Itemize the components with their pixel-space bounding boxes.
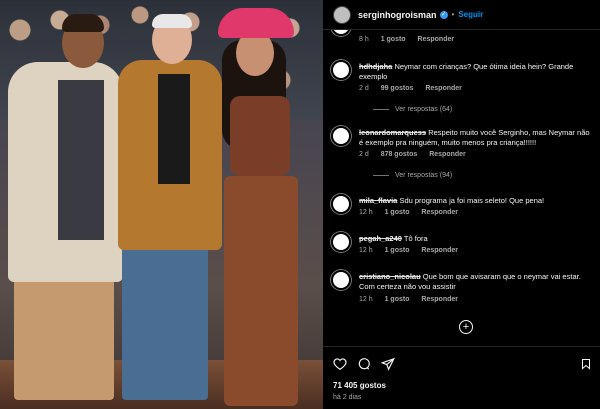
share-icon[interactable] bbox=[381, 357, 395, 371]
post-actions: 71 405 gostos há 2 dias bbox=[323, 346, 600, 409]
comment-likes[interactable]: 1 gosto bbox=[385, 296, 410, 303]
view-replies-label: Ver respostas (94) bbox=[395, 172, 453, 179]
comment-likes[interactable]: 1 gosto bbox=[381, 36, 406, 43]
profile-avatar[interactable] bbox=[333, 5, 351, 24]
comment-time: 2 d bbox=[359, 85, 369, 92]
comment-time: 2 d bbox=[359, 151, 369, 158]
comment-username[interactable]: cristiano_nicolau bbox=[359, 272, 421, 281]
comment-time: 12 h bbox=[359, 296, 373, 303]
comment-avatar[interactable] bbox=[331, 126, 351, 146]
verified-badge-icon: ✓ bbox=[439, 10, 448, 19]
comment-meta: 12 h 1 gosto Responder bbox=[359, 296, 468, 303]
comment-text: mila_flavia Sdu programa ja foi mais sel… bbox=[359, 196, 591, 206]
comment-avatar[interactable] bbox=[331, 194, 351, 214]
comment-text: cristiano_nicolau Que bom que avisaram q… bbox=[359, 272, 591, 292]
comment-content: Neymar com crianças? Que ótima ideia hei… bbox=[359, 62, 574, 81]
reply-button[interactable]: Responder bbox=[425, 85, 462, 92]
comment-avatar[interactable] bbox=[331, 270, 351, 290]
post-photo[interactable] bbox=[0, 0, 323, 409]
comment-content: Sdu programa ja foi mais seleto! Que pen… bbox=[399, 196, 545, 205]
view-replies-label: Ver respostas (64) bbox=[395, 106, 453, 113]
comment-text: pegah_a240 Tô fora bbox=[359, 234, 591, 244]
post-time: há 2 dias bbox=[333, 394, 362, 401]
comment-meta: 2 d 99 gostos Responder bbox=[359, 85, 472, 92]
comment-username[interactable]: leonardomarquess bbox=[359, 128, 426, 137]
reply-button[interactable]: Responder bbox=[421, 247, 458, 254]
comment-likes[interactable]: 1 gosto bbox=[385, 247, 410, 254]
comment-likes[interactable]: 878 gostos bbox=[381, 151, 418, 158]
post-header: serginhogroisman ✓ • Seguir bbox=[323, 0, 600, 30]
comment-username[interactable]: pegah_a240 bbox=[359, 234, 402, 243]
reply-button[interactable]: Responder bbox=[418, 36, 455, 43]
comment-time: 12 h bbox=[359, 209, 373, 216]
username-link[interactable]: serginhogroisman bbox=[358, 10, 437, 20]
comments-list[interactable]: 8 h 1 gosto Responder hdhdjaha Neymar co… bbox=[323, 30, 600, 346]
likes-count[interactable]: 71 405 gostos bbox=[333, 381, 386, 390]
comment-text: leonardomarquess Respeito muito você Ser… bbox=[359, 128, 591, 148]
comment-meta: 12 h 1 gosto Responder bbox=[359, 209, 468, 216]
comment-avatar[interactable] bbox=[331, 60, 351, 80]
comment-content: Tô fora bbox=[403, 234, 428, 243]
comment-text: hdhdjaha Neymar com crianças? Que ótima … bbox=[359, 62, 591, 82]
bookmark-icon[interactable] bbox=[580, 357, 592, 371]
comment-avatar[interactable] bbox=[331, 232, 351, 252]
comment-time: 8 h bbox=[359, 36, 369, 43]
comment-likes[interactable]: 1 gosto bbox=[385, 209, 410, 216]
action-icons bbox=[333, 357, 395, 371]
comment-meta: 12 h 1 gosto Responder bbox=[359, 247, 468, 254]
heart-icon[interactable] bbox=[333, 357, 347, 371]
comment-username[interactable]: hdhdjaha bbox=[359, 62, 392, 71]
follow-button[interactable]: Seguir bbox=[458, 10, 483, 19]
view-replies-button[interactable]: Ver respostas (94) bbox=[373, 172, 452, 179]
comment-icon[interactable] bbox=[357, 357, 371, 371]
comment-time: 12 h bbox=[359, 247, 373, 254]
reply-button[interactable]: Responder bbox=[421, 209, 458, 216]
comment-meta: 2 d 878 gostos Responder bbox=[359, 151, 476, 158]
comment-avatar[interactable] bbox=[331, 30, 351, 36]
add-circle-icon[interactable]: + bbox=[459, 320, 473, 334]
post-side-panel: serginhogroisman ✓ • Seguir 8 h 1 gosto … bbox=[323, 0, 600, 409]
comment-meta: 8 h 1 gosto Responder bbox=[359, 36, 464, 43]
comment-likes[interactable]: 99 gostos bbox=[381, 85, 414, 92]
reply-button[interactable]: Responder bbox=[429, 151, 466, 158]
reply-button[interactable]: Responder bbox=[421, 296, 458, 303]
separator-dot: • bbox=[451, 10, 455, 19]
view-replies-button[interactable]: Ver respostas (64) bbox=[373, 106, 452, 113]
comment-username[interactable]: mila_flavia bbox=[359, 196, 397, 205]
